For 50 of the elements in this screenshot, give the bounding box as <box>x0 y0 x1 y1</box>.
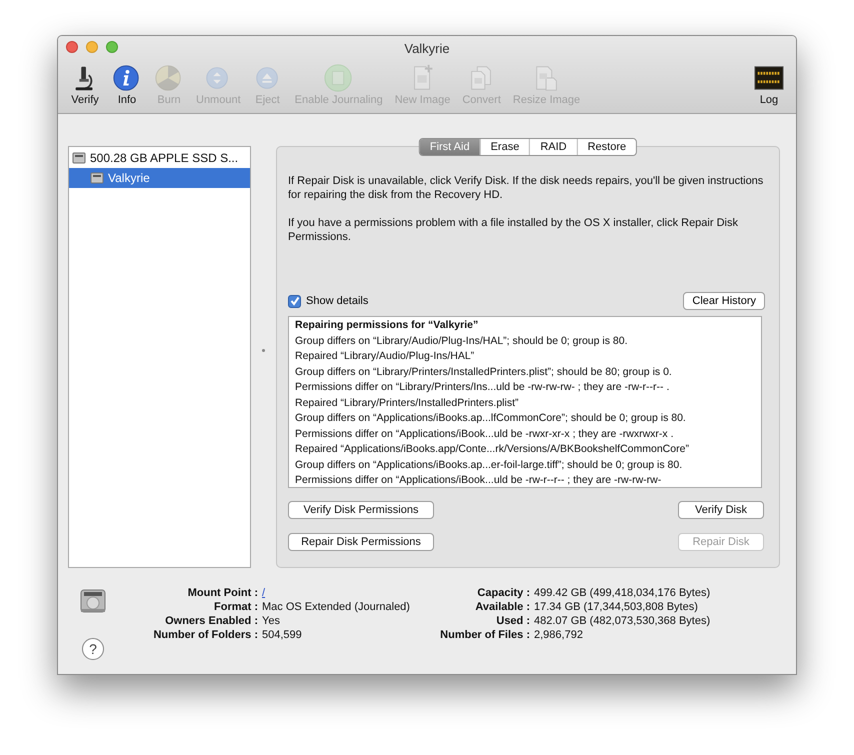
instruction-text: If you have a permissions problem with a file installed by the OS X installer, click Repair Disk Permissions. <box>288 216 739 244</box>
info-label: Number of Files : <box>439 628 530 642</box>
toolbar-button[interactable]: Log <box>748 63 790 110</box>
action-button[interactable]: Repair Disk Permissions <box>288 533 434 551</box>
hard-drive-icon <box>72 151 86 165</box>
tab[interactable]: Restore <box>576 139 636 155</box>
log-line: Repaired “Applications/iBooks.app/Conte...rk/Versions/A/BKBookshelfCommonCore” <box>295 442 690 457</box>
info-value: 499.42 GB (499,418,034,176 Bytes) <box>534 587 710 599</box>
action-button[interactable]: Verify Disk <box>678 501 764 519</box>
info-label: Available : <box>474 600 530 614</box>
log-line: Group differs on “Applications/iBooks.ap...lfCommonCore”; should be 0; group is 80. <box>295 411 687 426</box>
log-line: Permissions differ on “Applications/iBook...uld be -rwxr-xr-x ; they are -rwxrwxr-x . <box>295 426 674 442</box>
window-title: Valkyrie <box>404 40 450 58</box>
info-label: Mount Point : <box>186 586 258 600</box>
info-label: Format : <box>213 600 258 614</box>
info-value: 17.34 GB (17,344,503,808 Bytes) <box>534 601 698 613</box>
clear-history-button[interactable]: Clear History <box>683 292 765 310</box>
log-heading: Repairing permissions for “Valkyrie” <box>295 318 480 333</box>
log-line: Permissions differ on “Applications/iBook...uld be -rw-r--r-- ; they are -rw-rw-rw- <box>295 473 662 487</box>
show-details-checkbox[interactable]: Show details <box>288 292 368 310</box>
checkbox[interactable] <box>288 294 301 308</box>
sidebar-item[interactable]: 500.28 GB APPLE SSD S... <box>69 148 250 168</box>
action-button[interactable]: Verify Disk Permissions <box>288 501 434 519</box>
zoom-icon[interactable] <box>106 41 118 53</box>
toolbar-button[interactable]: Info <box>106 63 148 110</box>
info-value: 2,986,792 <box>534 629 583 641</box>
info-label: Owners Enabled : <box>164 614 258 628</box>
info-value: 482.07 GB (482,073,530,368 Bytes) <box>534 615 710 627</box>
log-line: Repaired “Library/Audio/Plug-Ins/HAL” <box>295 349 476 364</box>
instruction-text: If Repair Disk is unavailable, click Verify Disk. If the disk needs repairs, you'll be given instructions for repairing the disk from the Recovery HD. <box>288 174 764 202</box>
journal-icon <box>324 63 354 93</box>
info-label: Number of Folders : <box>152 628 258 642</box>
minimize-icon[interactable] <box>86 41 98 53</box>
log-line: Permissions differ on “Library/Printers/Ins...uld be -rw-rw-rw- ; they are -rw-r--r-- . <box>295 380 670 395</box>
log-line: Group differs on “Library/Printers/InstalledPrinters.plist”; should be 80; group is 0. <box>295 364 673 380</box>
log-line: Repaired “Library/Printers/InstalledPrinters.plist” <box>295 396 520 410</box>
info-label: Capacity : <box>476 586 530 600</box>
close-icon[interactable] <box>66 41 78 53</box>
log-line: Group differs on “Library/Audio/Plug-Ins/HAL”; should be 0; group is 80. <box>295 334 628 348</box>
toolbar-button[interactable]: Verify <box>64 63 106 110</box>
sidebar-item[interactable]: Valkyrie <box>69 168 250 188</box>
mount-point-link[interactable]: / <box>262 587 266 599</box>
log-line: Group differs on “Applications/iBooks.ap...er-foil-large.tiff”; should be 0; group is 80. <box>295 458 684 472</box>
splitter-handle-icon[interactable] <box>262 348 265 352</box>
info-label: Used : <box>495 614 530 628</box>
info-value: 504,599 <box>262 629 302 641</box>
info-value: Yes <box>262 615 280 627</box>
help-button[interactable]: ? <box>82 638 104 660</box>
hard-drive-icon <box>90 171 104 185</box>
info-value: Mac OS Extended (Journaled) <box>262 601 410 613</box>
